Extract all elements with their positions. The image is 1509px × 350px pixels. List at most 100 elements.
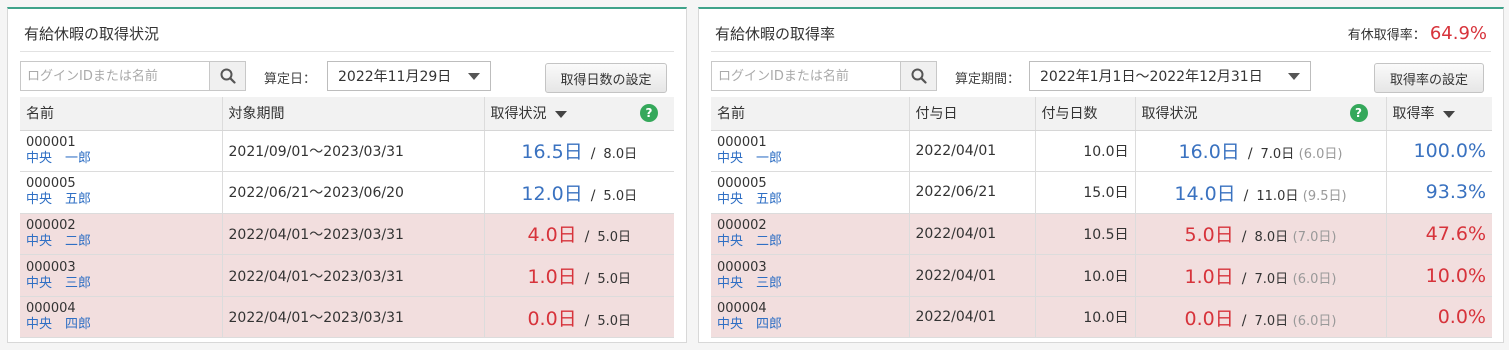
employee-name-link[interactable]: 中央 三郎 [717,276,903,292]
period-cell: 2022/04/01～2023/03/31 [222,296,485,339]
leave-rate-table: 名前 付与日 付与日数 取得状況 ? 取得率 000001 中央 一郎 2022/0… [711,97,1492,339]
column-header-status-label: 取得状況 [1141,106,1198,123]
employee-name-link[interactable]: 中央 一郎 [26,151,216,167]
search-icon [220,68,236,84]
date-value: 2022年11月29日 [338,69,452,85]
status-cell: 0.0日 / 7.0日 (6.0日) [1135,296,1387,339]
search-button[interactable] [900,62,936,90]
separator-slash: / [1243,187,1249,204]
base-days: (7.0日) [1292,230,1337,246]
status-cell: 14.0日 / 11.0日 (9.5日) [1135,171,1387,214]
grant-days-cell: 10.0日 [1035,296,1136,339]
status-cell: 16.5日 / 8.0日 [484,130,674,173]
table-row: 000002 中央 二郎 2022/04/01 10.5日 5.0日/8.0日 (7.0… [711,213,1492,256]
search-input[interactable] [21,62,209,90]
taken-days: 5.0日 [1184,224,1234,247]
period-cell: 2022/04/01～2023/03/31 [222,213,485,256]
column-header-rate[interactable]: 取得率 [1386,97,1492,131]
name-cell: 000004 中央 四郎 [20,296,223,339]
separator-slash: / [1241,271,1247,288]
grant-days-cell: 15.0日 [1035,171,1136,214]
employee-name-link[interactable]: 中央 一郎 [717,151,903,167]
taken-days: 4.0日 [527,224,577,247]
grant-date-cell: 2022/04/01 [909,130,1036,173]
chevron-down-icon [1288,72,1300,80]
period-select[interactable]: 2022年1月1日～2022年12月31日 [1029,61,1311,91]
help-icon[interactable]: ? [640,104,658,122]
separator-slash: / [590,187,596,204]
column-header-grant-date: 付与日 [909,97,1036,131]
sort-desc-icon[interactable] [1442,110,1455,118]
taken-days: 14.0日 [1174,182,1236,205]
column-header-status[interactable]: 取得状況 ? [484,97,674,131]
separator-slash: / [590,146,596,163]
rate-cell: 0.0% [1386,296,1492,339]
base-days: (6.0日) [1298,147,1343,163]
grant-date-cell: 2022/04/01 [909,254,1036,297]
taken-days: 1.0日 [1184,266,1234,289]
base-days: (6.0日) [1292,313,1337,329]
grant-days-cell: 10.0日 [1035,130,1136,173]
table-row: 000003 中央 三郎 2022/04/01 10.0日 1.0日/7.0日 (6.0… [711,254,1492,297]
overall-rate-label: 有休取得率： [1347,28,1426,43]
required-days: 5.0日 [603,188,638,204]
taken-days: 16.0日 [1178,141,1240,164]
employee-name-link[interactable]: 中央 三郎 [26,276,216,292]
column-header-rate-label: 取得率 [1392,106,1435,123]
sort-desc-icon[interactable] [554,110,567,118]
grant-date-cell: 2022/06/21 [909,171,1036,214]
taken-days: 12.0日 [521,182,583,205]
taken-days: 1.0日 [527,266,577,289]
leave-status-table: 名前 対象期間 取得状況 ? 000001 中央 一郎 2021/09/01～202… [20,97,674,339]
column-header-name: 名前 [711,97,910,131]
panel-title: 有給休暇の取得状況 [24,25,160,43]
overall-rate: 有休取得率： 64.9% [1348,23,1487,44]
login-id: 000001 [26,134,76,150]
separator-slash: / [584,312,590,329]
rate-cell: 93.3% [1386,171,1492,214]
date-label: 算定日： [264,72,317,87]
divider [711,51,1491,52]
search-box [711,61,937,91]
taken-days: 16.5日 [521,141,583,164]
employee-name-link[interactable]: 中央 二郎 [26,234,216,250]
employee-name-link[interactable]: 中央 五郎 [26,192,216,208]
status-cell: 1.0日 / 5.0日 [484,254,674,297]
column-header-name: 名前 [20,97,223,131]
table-row: 000001 中央 一郎 2021/09/01～2023/03/31 16.5日/8.… [20,130,674,173]
login-id: 000002 [26,217,76,233]
help-icon[interactable]: ? [1349,104,1368,122]
status-cell: 1.0日 / 7.0日 (6.0日) [1135,254,1387,297]
period-cell: 2022/06/21～2023/06/20 [222,171,485,214]
employee-name-link[interactable]: 中央 四郎 [26,317,216,333]
employee-name-link[interactable]: 中央 四郎 [717,317,903,333]
separator-slash: / [1241,312,1247,329]
status-cell: 16.0日 / 7.0日 (6.0日) [1135,130,1387,173]
grant-date-cell: 2022/04/01 [909,296,1036,339]
login-id: 000004 [717,301,767,317]
employee-name-link[interactable]: 中央 五郎 [717,192,903,208]
column-header-grant-days: 付与日数 [1035,97,1136,131]
date-select[interactable]: 2022年11月29日 [327,61,491,91]
search-button[interactable] [209,62,245,90]
table-header-row: 名前 対象期間 取得状況 ? [20,97,674,131]
total-days: 7.0日 [1254,313,1289,329]
login-id: 000005 [26,176,76,192]
table-row: 000001 中央 一郎 2022/04/01 10.0日 16.0日/7.0日 (6.… [711,130,1492,173]
column-header-status: 取得状況 ? [1135,97,1387,131]
days-settings-button[interactable]: 取得日数の設定 [545,63,667,93]
name-cell: 000003 中央 三郎 [711,254,910,297]
name-cell: 000001 中央 一郎 [20,130,223,173]
employee-name-link[interactable]: 中央 二郎 [717,234,903,250]
table-header-row: 名前 付与日 付与日数 取得状況 ? 取得率 [711,97,1492,131]
leave-status-panel: 有給休暇の取得状況 算定日： 2022年11月29日 取得日数の設定 名前 対象… [7,7,687,343]
total-days: 7.0日 [1260,147,1295,163]
panel-title: 有給休暇の取得率 [715,25,836,43]
grant-days-cell: 10.0日 [1035,254,1136,297]
search-input[interactable] [712,62,900,90]
rate-settings-button[interactable]: 取得率の設定 [1374,63,1484,93]
rate-cell: 47.6% [1386,213,1492,256]
total-days: 7.0日 [1254,272,1289,288]
base-days: (6.0日) [1292,272,1337,288]
login-id: 000003 [717,259,767,275]
